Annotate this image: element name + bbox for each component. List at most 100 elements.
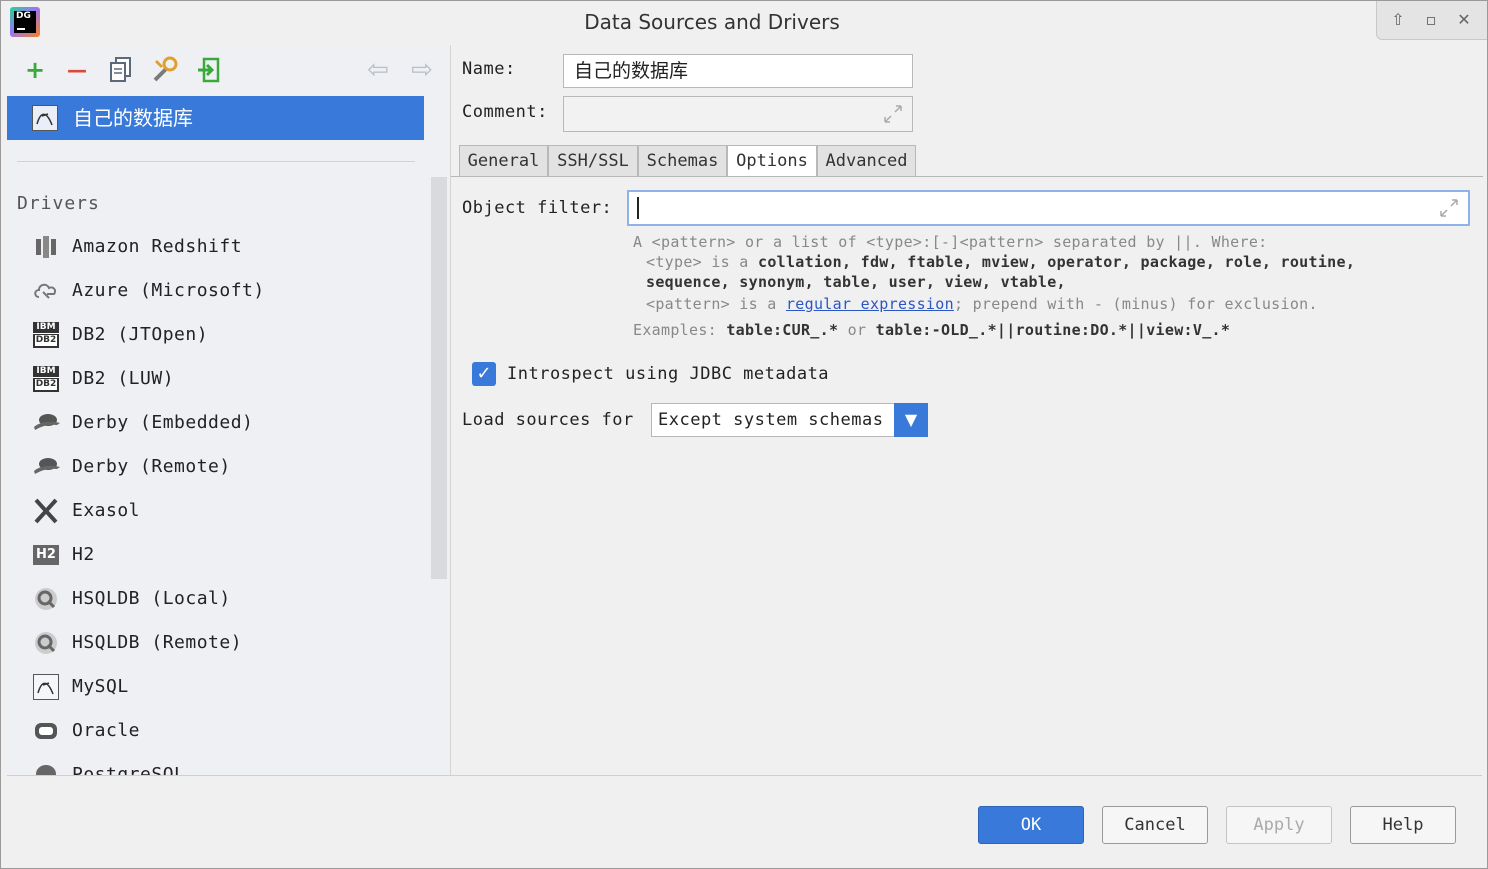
driver-item[interactable]: Azure (Microsoft) [7,269,427,313]
driver-item[interactable]: HSQLDB (Local) [7,577,427,621]
introspect-checkbox[interactable]: ✓ [472,362,496,386]
driver-properties-button[interactable] [150,55,180,85]
copy-icon [110,57,131,82]
dropdown-arrow-icon: ▼ [894,403,928,437]
driver-item[interactable]: IBM DB2 DB2 (JTOpen) [7,313,427,357]
exasol-icon [33,498,59,524]
drivers-heading: Drivers [17,193,100,214]
window-controls: ⇧ ▫ ✕ [1376,1,1487,40]
tab-schemas[interactable]: Schemas [638,145,727,177]
comment-field[interactable] [563,96,913,132]
comment-label: Comment: [462,102,548,122]
ok-button[interactable]: OK [978,806,1084,844]
tab-advanced[interactable]: Advanced [817,145,916,177]
apply-button[interactable]: Apply [1226,806,1332,844]
import-icon [198,57,220,83]
pin-icon[interactable]: ⇧ [1387,9,1409,31]
db2-icon: IBM DB2 [33,322,59,348]
oracle-icon [33,718,59,744]
object-filter-input[interactable] [627,190,1470,226]
help-line-2: <type> is a collation, fdw, ftable, mvie… [646,253,1356,271]
duplicate-button[interactable] [106,55,136,85]
driver-item[interactable]: Derby (Remote) [7,445,427,489]
driver-item[interactable]: IBM DB2 DB2 (LUW) [7,357,427,401]
driver-label: HSQLDB (Remote) [72,632,243,653]
driver-label: DB2 (LUW) [72,368,175,389]
driver-label: Amazon Redshift [72,236,243,257]
tab-options[interactable]: Options [727,145,817,177]
tab-ssh-ssl[interactable]: SSH/SSL [548,145,638,177]
window-title: Data Sources and Drivers [584,10,840,34]
driver-item[interactable]: Exasol [7,489,427,533]
driver-label: DB2 (JTOpen) [72,324,209,345]
help-line-1: A <pattern> or a list of <type>:[-]<patt… [633,233,1268,251]
driver-item[interactable]: H2 H2 [7,533,427,577]
object-filter-label: Object filter: [462,198,613,218]
db2-icon: IBM DB2 [33,366,59,392]
help-line-3: sequence, synonym, table, user, view, vt… [646,273,1066,291]
back-button[interactable]: ⇦ [363,55,393,85]
expand-icon[interactable] [1438,197,1460,219]
maximize-icon[interactable]: ▫ [1420,9,1442,31]
mysql-icon [32,105,58,131]
expand-icon[interactable] [882,103,904,125]
add-button[interactable]: + [20,55,50,85]
scrollbar[interactable] [431,177,447,579]
help-button[interactable]: Help [1350,806,1456,844]
name-field[interactable]: 自己的数据库 [563,54,913,88]
driver-item[interactable]: Oracle [7,709,427,753]
name-value: 自己的数据库 [574,60,689,82]
dialog-window: DG Data Sources and Drivers ⇧ ▫ ✕ + — ⇦ … [0,0,1488,869]
postgresql-icon [33,762,59,775]
divider [17,161,415,162]
driver-label: H2 [72,544,95,565]
azure-icon [33,278,59,304]
help-examples: Examples: table:CUR_.* or table:-OLD_.*|… [633,321,1231,339]
tab-divider [451,176,1483,177]
driver-label: Azure (Microsoft) [72,280,265,301]
derby-icon [33,454,60,480]
driver-label: HSQLDB (Local) [72,588,231,609]
right-panel: Name: 自己的数据库 Comment: General SSH/SSL Sc… [450,45,1483,775]
driver-label: Exasol [72,500,141,521]
text-cursor [637,197,639,219]
data-source-label: 自己的数据库 [73,106,193,130]
driver-item[interactable]: Amazon Redshift [7,225,427,269]
driver-label: MySQL [72,676,129,697]
driver-item[interactable]: HSQLDB (Remote) [7,621,427,665]
driver-label: PostgreSQL [72,764,186,775]
introspect-label: Introspect using JDBC metadata [507,364,830,384]
data-source-item[interactable]: 自己的数据库 [7,96,424,140]
cancel-button[interactable]: Cancel [1102,806,1208,844]
redshift-icon [33,234,59,260]
tools-icon [153,56,178,82]
arrow-left-icon: ⇦ [367,55,389,85]
tab-general[interactable]: General [459,145,548,177]
load-sources-label: Load sources for [462,410,634,430]
h2-icon: H2 [33,545,59,565]
forward-button[interactable]: ⇨ [407,55,437,85]
load-sources-value: Except system schemas [658,410,884,430]
driver-label: Oracle [72,720,141,741]
hsqldb-icon [33,586,59,612]
mysql-icon [33,674,59,700]
import-button[interactable] [194,55,224,85]
help-line-4: <pattern> is a regular expression; prepe… [646,295,1318,313]
driver-label: Derby (Remote) [72,456,231,477]
left-panel: + — ⇦ ⇨ 自己的数据库 Drivers Amazon Redshift A… [7,45,448,775]
driver-item[interactable]: Derby (Embedded) [7,401,427,445]
driver-item[interactable]: MySQL [7,665,427,709]
close-icon[interactable]: ✕ [1453,9,1475,31]
button-bar: OK Cancel Apply Help [7,775,1482,866]
driver-item[interactable]: PostgreSQL [7,753,427,775]
arrow-right-icon: ⇨ [411,55,433,85]
derby-icon [33,410,60,436]
load-sources-select[interactable]: Except system schemas ▼ [651,403,928,437]
driver-label: Derby (Embedded) [72,412,254,433]
plus-icon: + [24,56,46,84]
regex-link[interactable]: regular expression [786,295,954,313]
title-bar: DG Data Sources and Drivers ⇧ ▫ ✕ [1,1,1487,43]
hsqldb-icon [33,630,59,656]
remove-button[interactable]: — [62,55,92,85]
checkmark-icon: ✓ [476,363,492,384]
